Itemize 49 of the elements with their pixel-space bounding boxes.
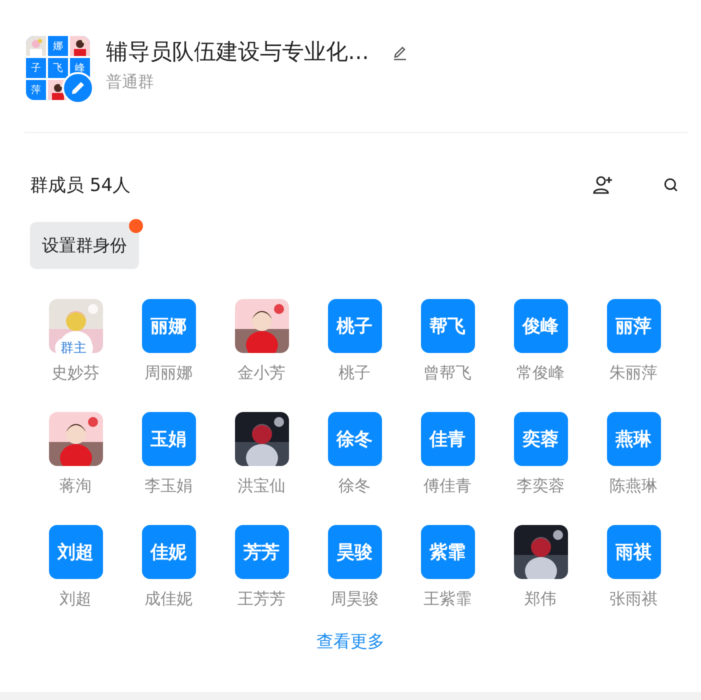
member-name: 蒋洵: [60, 476, 92, 497]
member-avatar[interactable]: 佳妮: [142, 525, 196, 579]
member-avatar[interactable]: 桃子: [328, 299, 382, 353]
member-name: 金小芳: [238, 363, 286, 384]
member-avatar[interactable]: 雨祺: [606, 525, 660, 579]
member-avatar[interactable]: 燕琳: [606, 412, 660, 466]
member-name: 李奕蓉: [516, 476, 564, 497]
member-avatar[interactable]: 紫霏: [420, 525, 474, 579]
member-avatar[interactable]: 丽萍: [606, 299, 660, 353]
group-title: 辅导员队伍建设与专业化...: [106, 39, 369, 67]
member-name: 周丽娜: [144, 363, 192, 384]
member-name: 王紫霏: [424, 589, 472, 610]
member-avatar[interactable]: 奕蓉: [514, 412, 568, 466]
group-avatar[interactable]: 娜 子 飞 峰 萍: [26, 36, 92, 102]
member-avatar[interactable]: 刘超: [48, 525, 102, 579]
tile-text: 萍: [26, 80, 46, 100]
member-name: 李玉娟: [144, 476, 192, 497]
tile-text: 飞: [48, 58, 68, 78]
member-name: 郑伟: [524, 589, 556, 610]
member-name: 史妙芬: [52, 363, 100, 384]
member-name: 王芳芳: [238, 589, 286, 610]
view-more-link[interactable]: 查看更多: [316, 630, 384, 653]
member-avatar[interactable]: 玉娟: [142, 412, 196, 466]
member-name: 桃子: [338, 363, 370, 384]
member-avatar[interactable]: 芳芳: [234, 525, 288, 579]
member-avatar[interactable]: 俊峰: [514, 299, 568, 353]
member-name: 刘超: [60, 589, 92, 610]
member-name: 徐冬: [338, 476, 370, 497]
member-name: 常俊峰: [516, 363, 564, 384]
member-name: 陈燕琳: [610, 476, 658, 497]
edit-icon[interactable]: [62, 72, 94, 104]
member-name: 曾帮飞: [424, 363, 472, 384]
member-name: 洪宝仙: [238, 476, 286, 497]
member-name: 周昊骏: [330, 589, 378, 610]
member-avatar[interactable]: 徐冬: [328, 412, 382, 466]
set-role-button[interactable]: 设置群身份: [30, 222, 139, 269]
members-title: 群成员 54人: [30, 174, 131, 197]
member-avatar[interactable]: 丽娜: [142, 299, 196, 353]
group-type: 普通群: [106, 72, 155, 93]
member-name: 朱丽萍: [610, 363, 658, 384]
tile-text: 娜: [48, 36, 68, 56]
member-name: 傅佳青: [424, 476, 472, 497]
add-person-icon[interactable]: [591, 173, 615, 197]
member-avatar[interactable]: 佳青: [420, 412, 474, 466]
member-name: 张雨祺: [610, 589, 658, 610]
tile-text: 子: [26, 58, 46, 78]
member-name: 成佳妮: [144, 589, 192, 610]
member-avatar[interactable]: 帮飞: [420, 299, 474, 353]
member-avatar[interactable]: 昊骏: [328, 525, 382, 579]
